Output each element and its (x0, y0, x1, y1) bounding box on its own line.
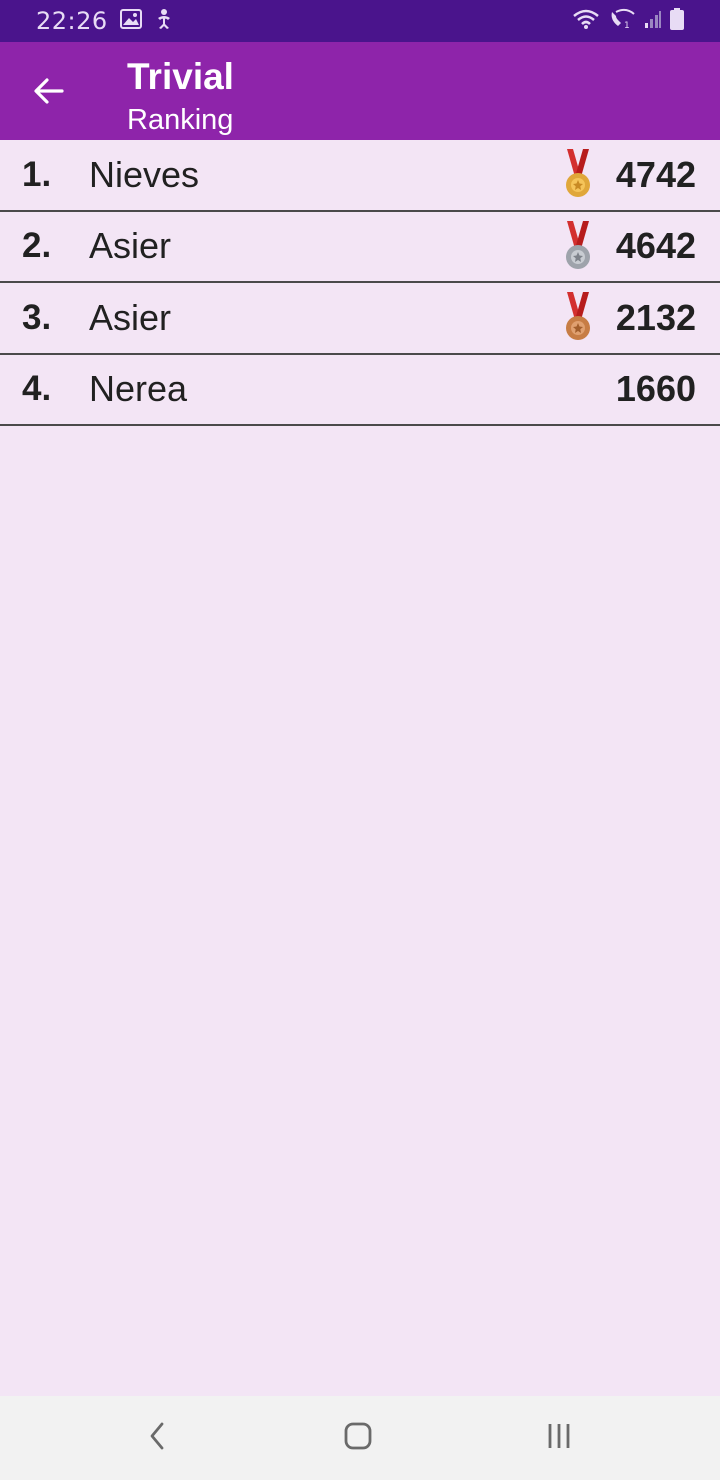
player-score: 1660 (615, 368, 696, 410)
player-score: 2132 (615, 296, 696, 338)
wifi-calling-icon: 1 (608, 8, 636, 35)
ranking-row[interactable]: 4. Nerea 1660 (0, 355, 720, 426)
player-score: 4642 (615, 225, 696, 267)
ranking-row[interactable]: 2. Asier 4642 (0, 212, 720, 283)
player-score: 4742 (615, 153, 696, 195)
rank-position: 4. (22, 369, 52, 409)
battery-icon (670, 7, 684, 35)
app-bar: Trivial Ranking (0, 42, 720, 140)
arrow-back-icon (34, 77, 64, 109)
recents-icon (544, 1422, 574, 1455)
ranking-row[interactable]: 1. Nieves 4742 (0, 140, 720, 212)
wifi-icon (572, 8, 600, 35)
ranking-list: 1. Nieves 4742 2. Asier 4642 3. Asier 21… (0, 140, 720, 426)
ranking-row[interactable]: 3. Asier 2132 (0, 283, 720, 355)
image-icon (119, 8, 142, 34)
rank-position: 2. (22, 226, 52, 266)
app-subtitle: Ranking (127, 104, 234, 136)
nav-back-button[interactable] (137, 1420, 177, 1456)
back-button[interactable] (24, 68, 74, 118)
nav-home-button[interactable] (338, 1420, 378, 1456)
player-name: Asier (89, 296, 172, 338)
player-name: Nieves (89, 153, 200, 195)
status-bar: 22:26 1 (0, 0, 720, 42)
home-square-icon (343, 1421, 373, 1456)
accessibility-icon (154, 8, 174, 35)
app-title: Trivial (127, 56, 234, 97)
gold-medal-icon (561, 149, 595, 199)
nav-recents-button[interactable] (539, 1420, 579, 1456)
player-name: Asier (89, 225, 172, 267)
svg-text:1: 1 (624, 21, 630, 30)
chevron-left-icon (147, 1421, 167, 1456)
silver-medal-icon (561, 220, 595, 271)
player-name: Nerea (89, 368, 188, 410)
status-time: 22:26 (36, 7, 108, 35)
signal-icon (644, 9, 662, 34)
rank-position: 3. (22, 297, 52, 337)
navigation-bar (0, 1396, 720, 1480)
rank-position: 1. (22, 154, 52, 194)
bronze-medal-icon (561, 292, 595, 342)
